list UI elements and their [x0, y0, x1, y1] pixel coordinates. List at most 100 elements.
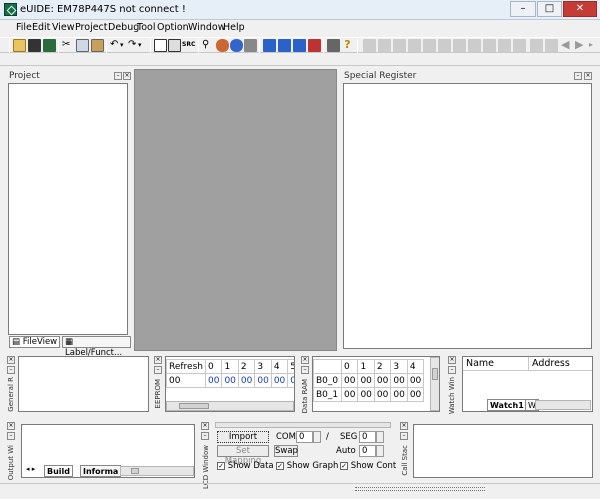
data-ram-cell[interactable]: 00	[340, 387, 359, 402]
auto-input[interactable]: 0	[359, 445, 376, 457]
maximize-button[interactable]: □	[537, 1, 562, 17]
debug-step-icon[interactable]	[393, 39, 406, 52]
com-spinner[interactable]	[313, 431, 321, 443]
cut-icon[interactable]: ✂	[62, 39, 75, 52]
project-close-button[interactable]: ×	[123, 72, 131, 80]
com-input[interactable]: 0	[296, 431, 313, 443]
data-ram-cell[interactable]: 00	[357, 373, 375, 388]
eeprom-cell[interactable]: 00	[221, 373, 239, 388]
eeprom-hscrollbar[interactable]	[166, 401, 294, 411]
menu-tool[interactable]: Tool	[137, 22, 155, 33]
debug-run-icon[interactable]	[363, 39, 376, 52]
data-ram-cell[interactable]: 00	[390, 387, 408, 402]
window-icon[interactable]	[154, 39, 167, 52]
data-ram-cell[interactable]: 00	[357, 387, 375, 402]
eeprom-cell[interactable]: 00	[237, 373, 256, 388]
debug-go-icon[interactable]	[378, 39, 391, 52]
eeprom-cell[interactable]: 00	[254, 373, 272, 388]
watch-minimize-button[interactable]: –	[448, 366, 456, 374]
menu-option[interactable]: Option	[157, 22, 189, 33]
data-ram-grid-area[interactable]: 0 1 2 3 4 B0_0 00 00 00 00 00 B0_1 00 00…	[312, 356, 440, 412]
help-icon[interactable]: ?	[341, 39, 354, 52]
upload-icon[interactable]	[293, 39, 306, 52]
build-icon[interactable]	[216, 39, 229, 52]
compile-icon[interactable]	[244, 39, 257, 52]
data-ram-scroll-thumb[interactable]	[432, 368, 438, 380]
output-close-button[interactable]: ×	[7, 422, 15, 430]
output-area[interactable]: ◂ ▸ Build Informa	[21, 424, 195, 478]
import-graph-button[interactable]: Import Graph	[217, 431, 269, 443]
output-tab-scroll-arrows[interactable]: ◂ ▸	[26, 465, 35, 473]
output-minimize-button[interactable]: –	[7, 432, 15, 440]
eeprom-cell[interactable]: 00	[270, 373, 289, 388]
data-ram-vscrollbar[interactable]	[430, 357, 439, 411]
swap-button[interactable]: Swap	[274, 445, 298, 457]
data-ram-cell[interactable]: 00	[373, 373, 392, 388]
seg-spinner[interactable]	[376, 431, 384, 443]
lcd-minimize-button[interactable]: –	[201, 432, 209, 440]
menu-edit[interactable]: Edit	[32, 22, 50, 33]
debug-reset-icon[interactable]	[438, 39, 451, 52]
disconnect-icon[interactable]	[308, 39, 321, 52]
arrow-left-icon[interactable]: ◀	[561, 39, 574, 52]
find-window-icon[interactable]	[168, 39, 181, 52]
output-scroll-thumb[interactable]	[131, 468, 139, 474]
debug-cursor-icon[interactable]	[513, 39, 526, 52]
special-register-list[interactable]	[343, 83, 592, 349]
watch-hscrollbar[interactable]	[535, 400, 591, 410]
source-icon[interactable]: SRC	[182, 39, 195, 52]
watch-list[interactable]: Name Address Watch1 W	[462, 356, 593, 412]
eeprom-cell[interactable]: 00	[287, 373, 294, 388]
copy-icon[interactable]	[76, 39, 89, 52]
binoculars-icon[interactable]: ⚲	[202, 39, 215, 52]
auto-spinner[interactable]	[376, 445, 384, 457]
data-ram-close-button[interactable]: ×	[301, 356, 309, 364]
data-ram-cell[interactable]: 00	[390, 373, 408, 388]
save-icon[interactable]	[28, 39, 41, 52]
call-stack-close-button[interactable]: ×	[400, 422, 408, 430]
project-tree[interactable]	[8, 83, 128, 335]
menu-debug[interactable]: Debug	[108, 22, 139, 33]
print-icon[interactable]	[327, 39, 340, 52]
menu-view[interactable]: View	[52, 22, 75, 33]
general-minimize-button[interactable]: –	[7, 366, 15, 374]
open-folder-icon[interactable]	[13, 39, 26, 52]
clear-icon[interactable]	[545, 39, 558, 52]
debug-trace-icon[interactable]	[468, 39, 481, 52]
menu-file[interactable]: File	[16, 22, 32, 33]
arrow-right-icon[interactable]: ▶	[575, 39, 588, 52]
menu-project[interactable]: Project	[75, 22, 108, 33]
tab-build[interactable]: Build	[44, 465, 74, 477]
call-stack-minimize-button[interactable]: –	[400, 432, 408, 440]
more-icon[interactable]: ▸	[589, 39, 600, 52]
connect-icon[interactable]	[263, 39, 276, 52]
data-ram-cell[interactable]: 00	[340, 373, 359, 388]
show-graph-checkbox[interactable]: ✓ Show Graph	[276, 461, 338, 471]
data-ram-cell[interactable]: 00	[406, 373, 425, 388]
eeprom-refresh-button[interactable]: Refresh	[166, 359, 206, 374]
special-register-minimize-button[interactable]: –	[574, 72, 582, 80]
special-register-close-button[interactable]: ×	[584, 72, 592, 80]
minimize-button[interactable]: –	[510, 1, 536, 17]
tab-information[interactable]: Informa	[80, 465, 122, 477]
debug-into-icon[interactable]	[483, 39, 496, 52]
watch-col-name[interactable]: Name	[463, 357, 529, 371]
seg-input[interactable]: 0	[359, 431, 376, 443]
eeprom-grid-area[interactable]: Refresh 0 1 2 3 4 5 00 00 00 00 00 00 00	[165, 356, 295, 412]
tab-label-function[interactable]: ▦ Label/Funct...	[62, 336, 131, 358]
show-cont-checkbox[interactable]: ✓ Show Cont	[340, 461, 396, 471]
debug-stop-icon[interactable]	[453, 39, 466, 52]
menu-window[interactable]: Window	[188, 22, 225, 33]
eeprom-cell[interactable]: 00	[204, 373, 223, 388]
menu-help[interactable]: Help	[223, 22, 245, 33]
data-ram-cell[interactable]: 00	[406, 387, 425, 402]
tab-fileview[interactable]: ▤ FileView	[9, 336, 61, 348]
call-stack-area[interactable]	[413, 424, 593, 478]
tab-watch1[interactable]: Watch1	[487, 399, 527, 411]
show-data-checkbox[interactable]: ✓ Show Data	[217, 461, 274, 471]
download-icon[interactable]	[278, 39, 291, 52]
watch-col-address[interactable]: Address	[529, 357, 592, 371]
eeprom-scroll-thumb[interactable]	[179, 403, 209, 409]
hand-icon[interactable]	[530, 39, 543, 52]
save-all-icon[interactable]	[43, 39, 56, 52]
